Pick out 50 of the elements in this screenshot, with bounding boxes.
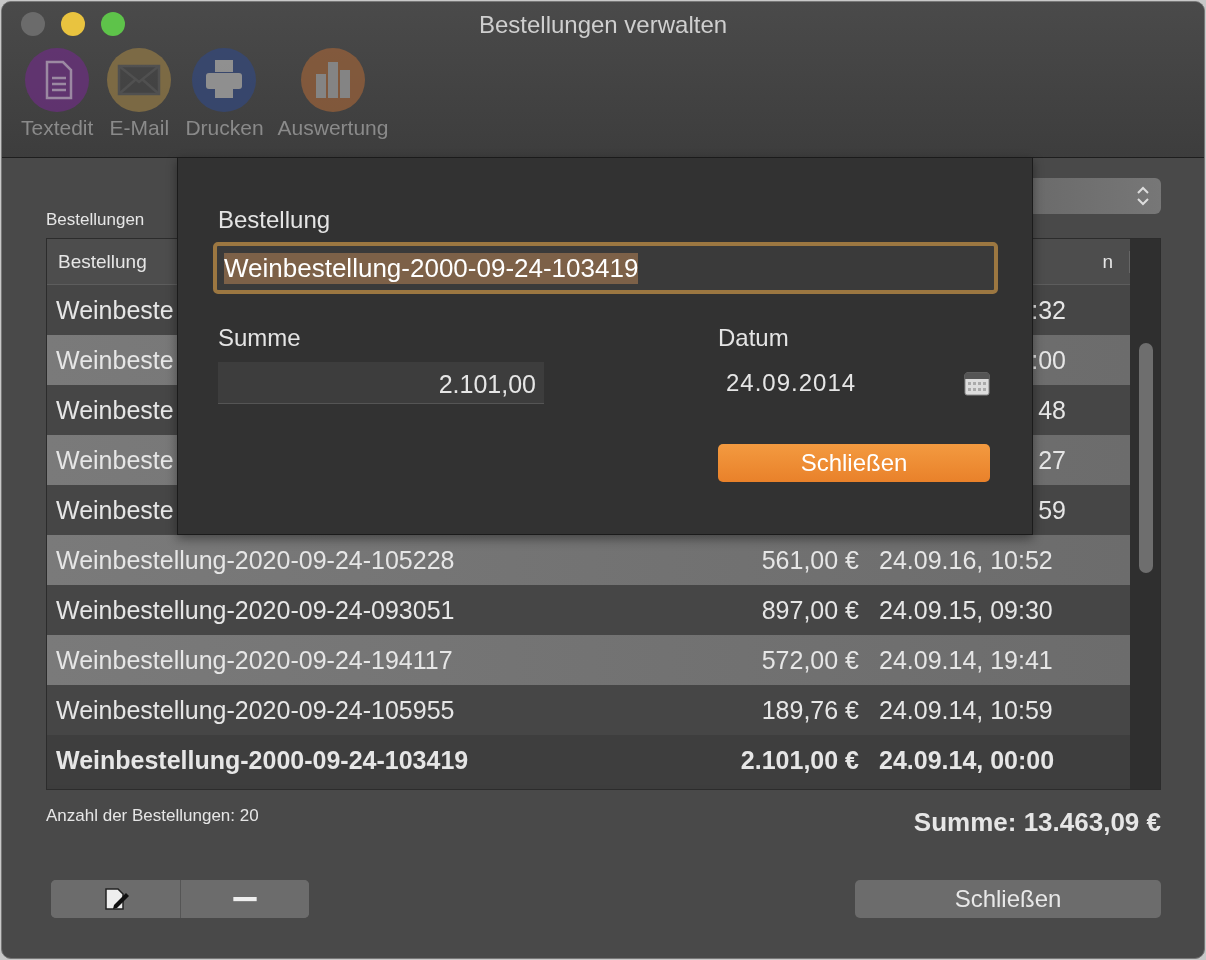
bar-chart-icon [301, 48, 366, 112]
order-name-cell-text: Weinbestellung-2020-09-24-093051 [55, 595, 456, 625]
table-row[interactable]: Weinbestellung-2020-09-24-105955 189,76 € 24.09.14, 10:59 [47, 685, 1130, 735]
table-row[interactable]: Weinbestellung-2020-09-24-093051 897,00 € 24.09.15, 09:30 [47, 585, 1130, 635]
zoom-window-button[interactable] [101, 12, 125, 36]
date-cell-text: 24.09.16, 10:52 [878, 545, 1054, 575]
amount-cell-text: 561,00 € [760, 545, 860, 575]
order-name-cell-text: Weinbeste [55, 495, 175, 525]
total-sum: Summe: 13.463,09 € [913, 807, 1161, 838]
date-cell-text: 59 [1037, 495, 1067, 525]
field-label: Bestellung [218, 206, 332, 235]
sum-field[interactable]: 2.101,00 [218, 362, 544, 404]
order-name-cell-text: Weinbestellung-2000-09-24-103419 [55, 745, 470, 775]
table-row[interactable]: Weinbestellung-2020-09-24-194117 572,00 € 24.09.14, 19:41 [47, 635, 1130, 685]
printer-icon [192, 48, 257, 112]
order-name-cell-text: Weinbeste [55, 445, 175, 475]
window-title: Bestellungen verwalten [478, 11, 728, 39]
envelope-icon [107, 48, 172, 112]
date-cell-text: 48 [1037, 395, 1067, 425]
close-button[interactable]: Schließen [855, 880, 1161, 918]
minus-icon [231, 896, 259, 902]
date-cell-text: 24.09.14, 00:00 [878, 745, 1056, 775]
amount-cell-text: 2.101,00 € [739, 745, 860, 775]
date-cell-text: 24.09.15, 09:30 [878, 595, 1054, 625]
close-sheet-button[interactable]: Schließen [718, 444, 990, 482]
calendar-icon[interactable] [964, 370, 990, 396]
order-name-cell-text: Weinbeste [55, 295, 175, 325]
list-label: Bestellungen [46, 210, 145, 230]
table-row[interactable]: Weinbestellung-2020-09-24-105228 561,00 € 24.09.16, 10:52 [47, 535, 1130, 585]
date-cell-text: :32 [1030, 295, 1067, 325]
minimize-window-button[interactable] [61, 12, 85, 36]
amount-cell-text: 897,00 € [760, 595, 860, 625]
order-name-cell-text: Weinbestellung-2020-09-24-105228 [55, 545, 456, 575]
field-label: Summe [218, 324, 302, 353]
document-icon [25, 48, 90, 112]
order-name-cell-text: Weinbeste [55, 345, 175, 375]
date-cell-text: :00 [1030, 345, 1067, 375]
order-count: Anzahl der Bestellungen: 20 [46, 806, 259, 826]
date-cell-text: 24.09.14, 19:41 [878, 645, 1054, 675]
order-name-field[interactable]: Weinbestellung-2000-09-24-103419 [213, 242, 998, 294]
order-name-cell-text: Weinbestellung-2020-09-24-194117 [55, 645, 454, 675]
chevron-updown-icon [1135, 184, 1151, 208]
date-cell-text: 24.09.14, 10:59 [878, 695, 1054, 725]
field-label: Datum [718, 324, 790, 353]
order-name-cell-text: Weinbeste [55, 395, 175, 425]
date-field[interactable]: 24.09.2014 [726, 369, 857, 397]
order-name-cell-text: Weinbestellung-2020-09-24-105955 [55, 695, 456, 725]
scrollbar-thumb[interactable] [1139, 343, 1153, 573]
amount-cell-text: 572,00 € [760, 645, 860, 675]
amount-cell-text: 189,76 € [760, 695, 860, 725]
